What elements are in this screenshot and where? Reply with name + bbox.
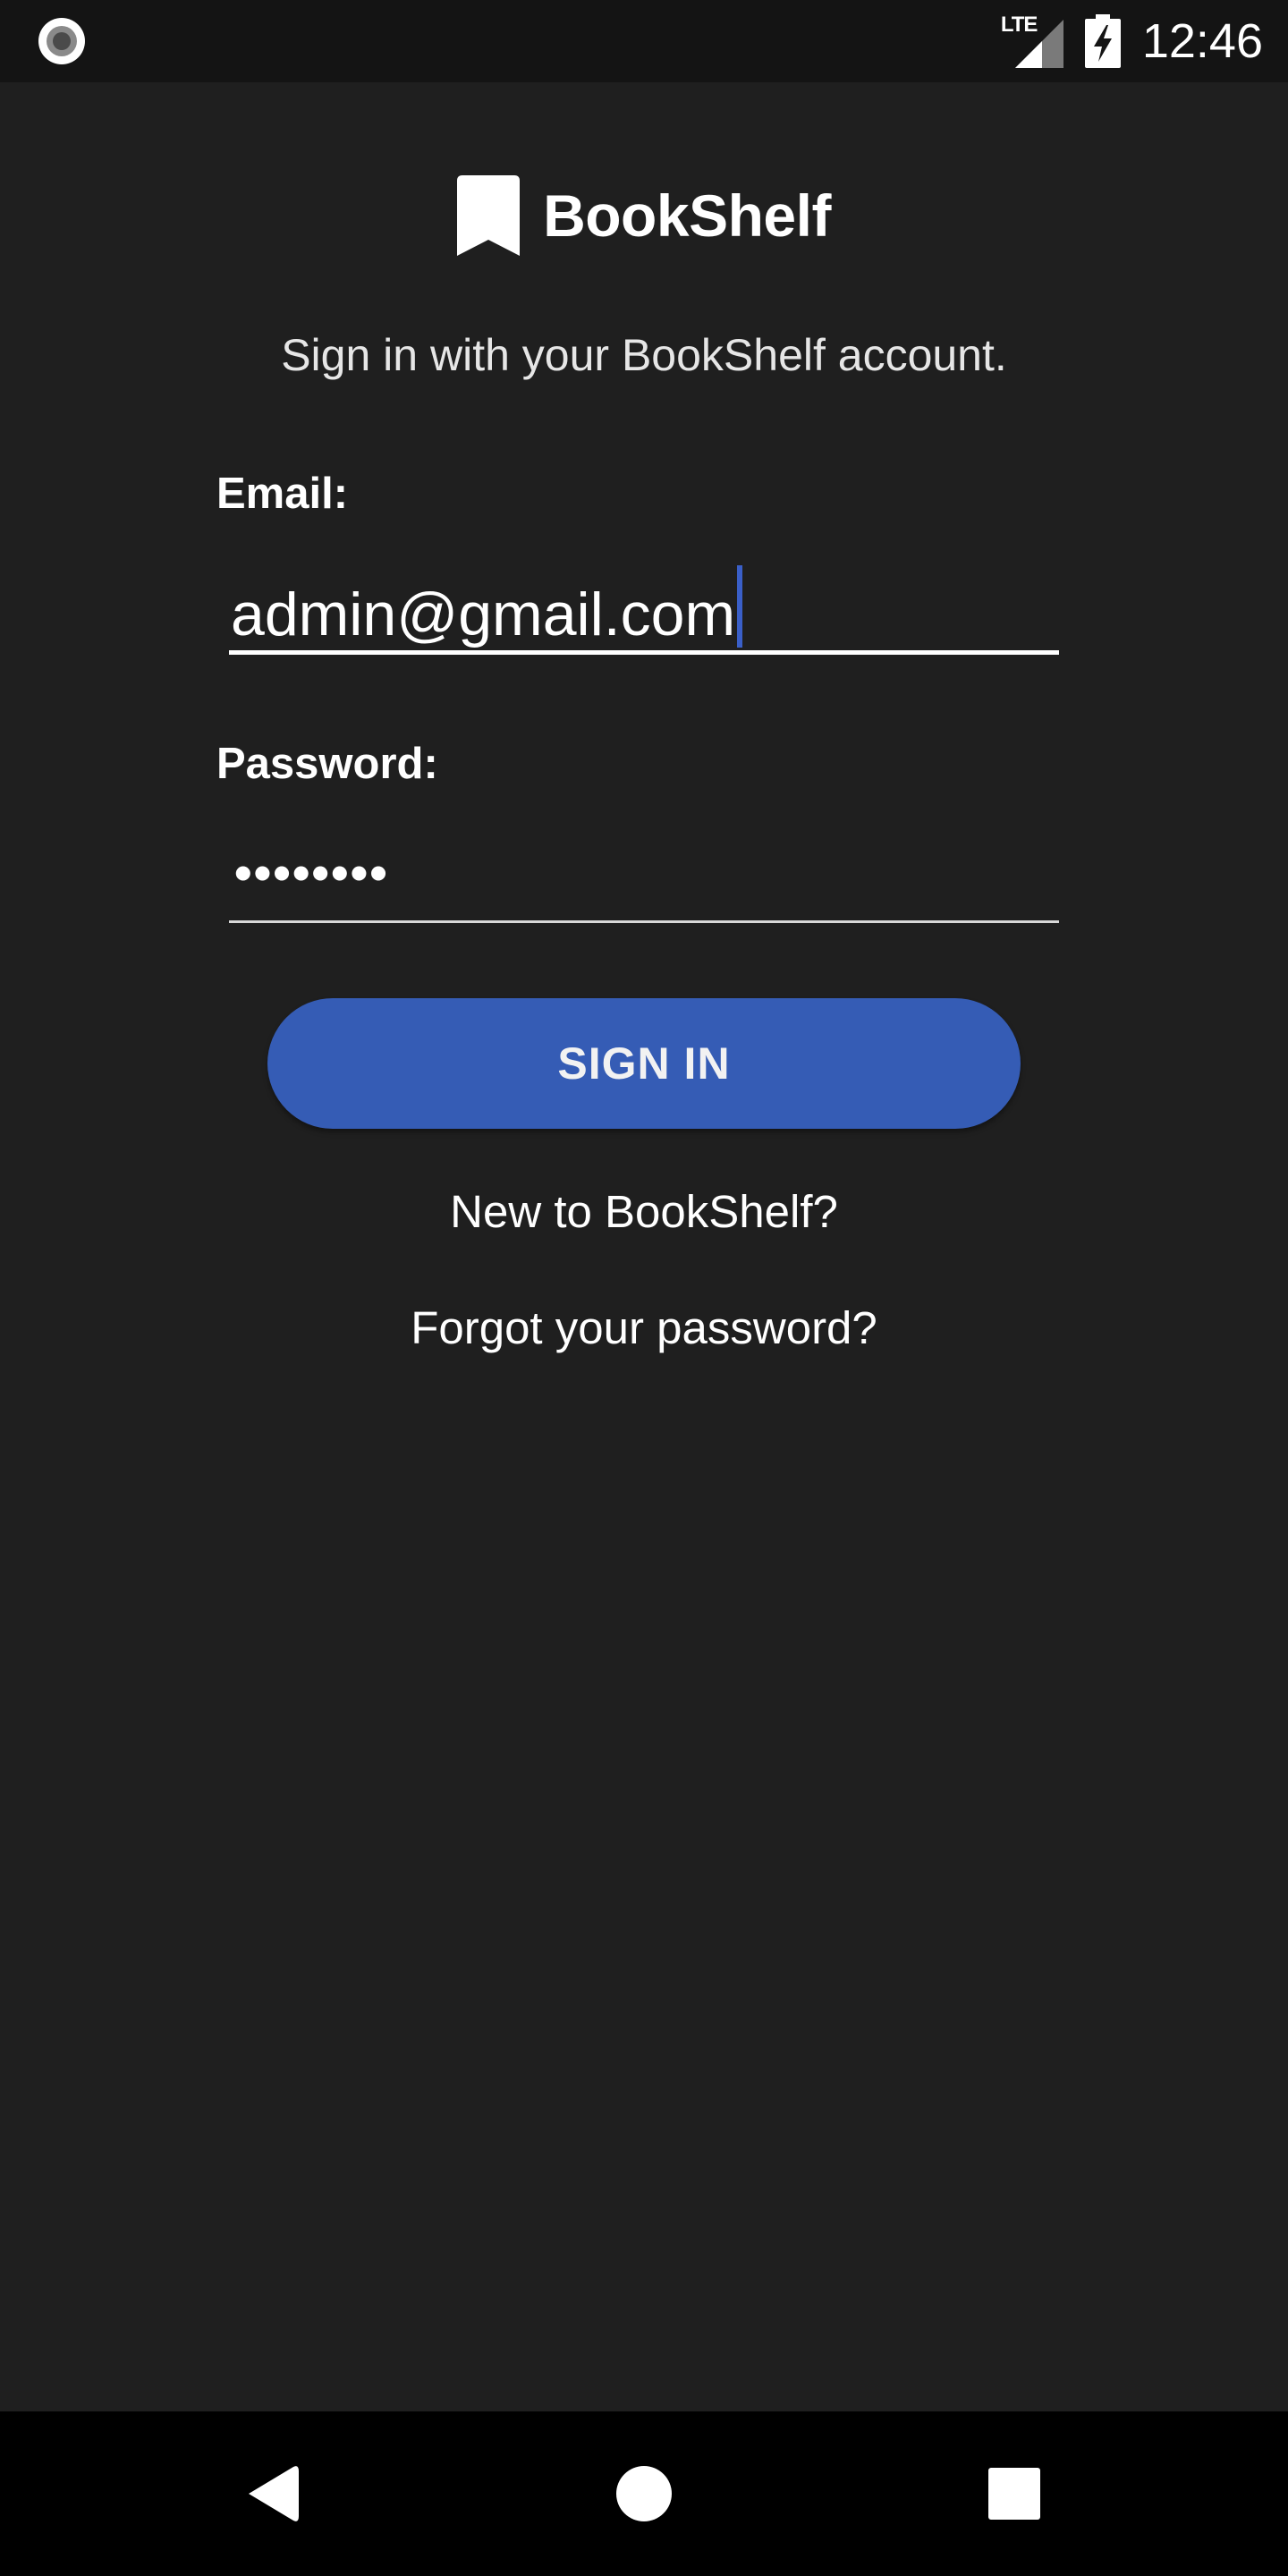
status-bar: LTE 12:46 (0, 0, 1288, 82)
system-navigation-bar (0, 2411, 1288, 2576)
password-masked-value: •••••••• (234, 844, 389, 901)
back-triangle-icon (249, 2466, 299, 2521)
text-caret (737, 565, 743, 648)
email-label: Email: (216, 470, 349, 518)
email-field[interactable]: admin@gmail.com (229, 556, 1059, 655)
sign-in-subtitle: Sign in with your BookShelf account. (281, 330, 1007, 380)
clock: 12:46 (1141, 14, 1263, 68)
signal-strength-icon (1014, 20, 1063, 68)
app-name: BookShelf (543, 182, 831, 249)
recents-square-icon (988, 2468, 1040, 2520)
status-icons: LTE 12:46 (1001, 0, 1263, 82)
sign-in-label: SIGN IN (557, 1038, 731, 1089)
login-screen: LTE 12:46 BookShelf Sign in with your Bo… (0, 0, 1288, 2576)
new-user-link[interactable]: New to BookShelf? (0, 1185, 1288, 1238)
home-button[interactable] (564, 2411, 724, 2576)
sign-in-button[interactable]: SIGN IN (267, 998, 1021, 1129)
password-field[interactable]: •••••••• (229, 825, 1059, 923)
email-text: admin@gmail.com (231, 580, 736, 648)
lte-signal-icon: LTE (1001, 14, 1063, 68)
forgot-password-link[interactable]: Forgot your password? (0, 1301, 1288, 1354)
brand-header: BookShelf (0, 175, 1288, 256)
back-button[interactable] (193, 2411, 354, 2576)
recording-dot-icon (38, 18, 85, 64)
battery-charging-icon (1084, 14, 1121, 68)
bookmark-icon (457, 175, 521, 256)
home-circle-icon (616, 2466, 672, 2521)
recents-button[interactable] (934, 2411, 1095, 2576)
email-input-value: admin@gmail.com (231, 565, 743, 650)
password-label: Password: (216, 740, 438, 788)
